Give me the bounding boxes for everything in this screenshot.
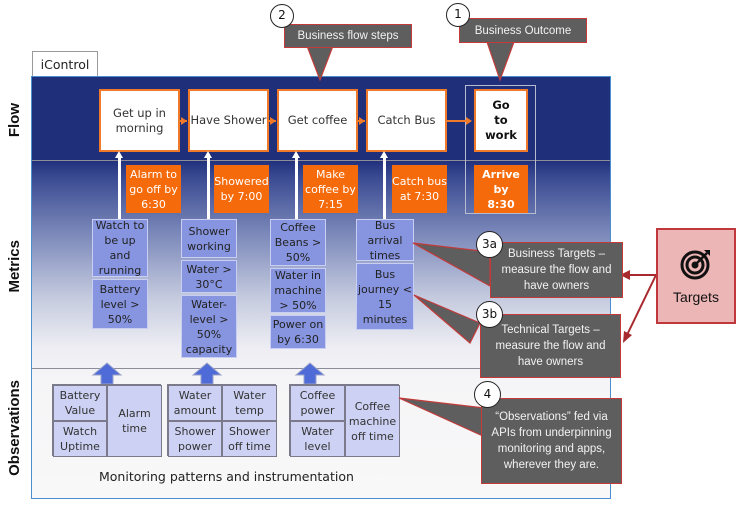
observation-cell[interactable]: Coffee power — [290, 385, 345, 421]
observation-group-coffee: Coffee power Coffee machine off time Wat… — [289, 384, 400, 457]
flow-arrow-icon — [466, 117, 472, 125]
observation-group-shower: Water amount Water temp Shower power Sho… — [167, 384, 277, 457]
callout-business-targets: Business Targets – measure the flow and … — [490, 242, 623, 298]
arrow-up-icon — [380, 151, 388, 158]
callout-business-flow-steps: Business flow steps — [284, 24, 412, 48]
metric-stack-bus: Bus arrival times Bus journey < 15 minut… — [356, 219, 414, 330]
metric-box[interactable]: Water in machine > 50% — [270, 268, 326, 313]
flow-step-go-to-work[interactable]: Go to work — [474, 89, 528, 152]
targets-label: Targets — [673, 289, 719, 305]
metric-stack-shower: Shower working Water > 30°C Water-level … — [181, 219, 237, 358]
observation-cell[interactable]: Water amount — [168, 385, 222, 421]
callout-badge-2: 2 — [270, 4, 294, 28]
arrow-up-icon — [292, 151, 300, 158]
business-target-coffee: Make coffee by 7:15 — [303, 165, 358, 213]
observation-cell[interactable]: Battery Value — [53, 385, 107, 421]
metric-link-arrow — [207, 157, 210, 219]
flow-step-get-coffee[interactable]: Get coffee — [277, 89, 358, 152]
business-target-arrive: Arrive by 8:30 — [474, 165, 528, 213]
metric-stack-get-up: Watch to be up and running Battery level… — [92, 219, 148, 329]
section-label-metrics: Metrics — [6, 240, 23, 293]
callout-badge-3b: 3b — [476, 301, 503, 328]
flow-connector — [446, 120, 468, 122]
metric-link-arrow — [383, 157, 386, 219]
observation-cell[interactable]: Coffee machine off time — [345, 385, 400, 457]
observation-cell[interactable]: Watch Uptime — [53, 421, 107, 457]
flow-step-have-shower[interactable]: Have Shower — [188, 89, 269, 152]
callout-business-outcome: Business Outcome — [459, 18, 587, 43]
observation-cell[interactable]: Water level — [290, 421, 345, 457]
metric-box[interactable]: Power on by 6:30 — [270, 315, 326, 349]
flow-step-catch-bus[interactable]: Catch Bus — [366, 89, 447, 152]
metric-link-arrow — [295, 157, 298, 219]
target-icon — [680, 250, 710, 280]
metric-box[interactable]: Water > 30°C — [181, 260, 237, 293]
flow-arrow-icon — [270, 117, 276, 125]
metric-link-arrow — [118, 157, 121, 219]
business-target-alarm: Alarm to go off by 6:30 — [126, 165, 181, 213]
metric-box[interactable]: Watch to be up and running — [92, 219, 148, 277]
callout-observations: “Observations” fed via APIs from underpi… — [481, 398, 622, 484]
business-target-shower: Showered by 7:00 — [214, 165, 269, 213]
observation-group-watch: Battery Value Alarm time Watch Uptime — [52, 384, 162, 457]
metric-stack-coffee: Coffee Beans > 50% Water in machine > 50… — [270, 219, 326, 349]
metric-box[interactable]: Shower working — [181, 219, 237, 258]
flow-arrow-icon — [359, 117, 365, 125]
section-label-observations: Observations — [6, 380, 23, 476]
flow-step-get-up[interactable]: Get up in morning — [99, 89, 180, 152]
observation-cell[interactable]: Water temp — [222, 385, 277, 421]
arrow-up-icon — [204, 151, 212, 158]
metric-box[interactable]: Bus arrival times — [356, 219, 414, 262]
icontrol-tab[interactable]: iControl — [32, 51, 98, 76]
observation-cell[interactable]: Shower power — [168, 421, 222, 457]
arrow-up-icon — [115, 151, 123, 158]
callout-badge-3a: 3a — [476, 231, 503, 258]
callout-badge-4: 4 — [474, 381, 501, 408]
callout-technical-targets: Technical Targets – measure the flow and… — [480, 314, 621, 378]
flow-arrow-icon — [181, 117, 187, 125]
business-target-bus: Catch bus at 7:30 — [392, 165, 447, 213]
metric-box[interactable]: Bus journey < 15 minutes — [356, 263, 414, 330]
callout-badge-1: 1 — [446, 3, 470, 27]
targets-panel[interactable]: Targets — [656, 228, 736, 324]
section-label-flow: Flow — [6, 103, 23, 138]
metric-box[interactable]: Water-level > 50% capacity — [181, 295, 237, 358]
metric-box[interactable]: Coffee Beans > 50% — [270, 219, 326, 266]
monitoring-label: Monitoring patterns and instrumentation — [99, 469, 354, 484]
observation-cell[interactable]: Alarm time — [107, 385, 162, 457]
metric-box[interactable]: Battery level > 50% — [92, 279, 148, 329]
observation-cell[interactable]: Shower off time — [222, 421, 277, 457]
